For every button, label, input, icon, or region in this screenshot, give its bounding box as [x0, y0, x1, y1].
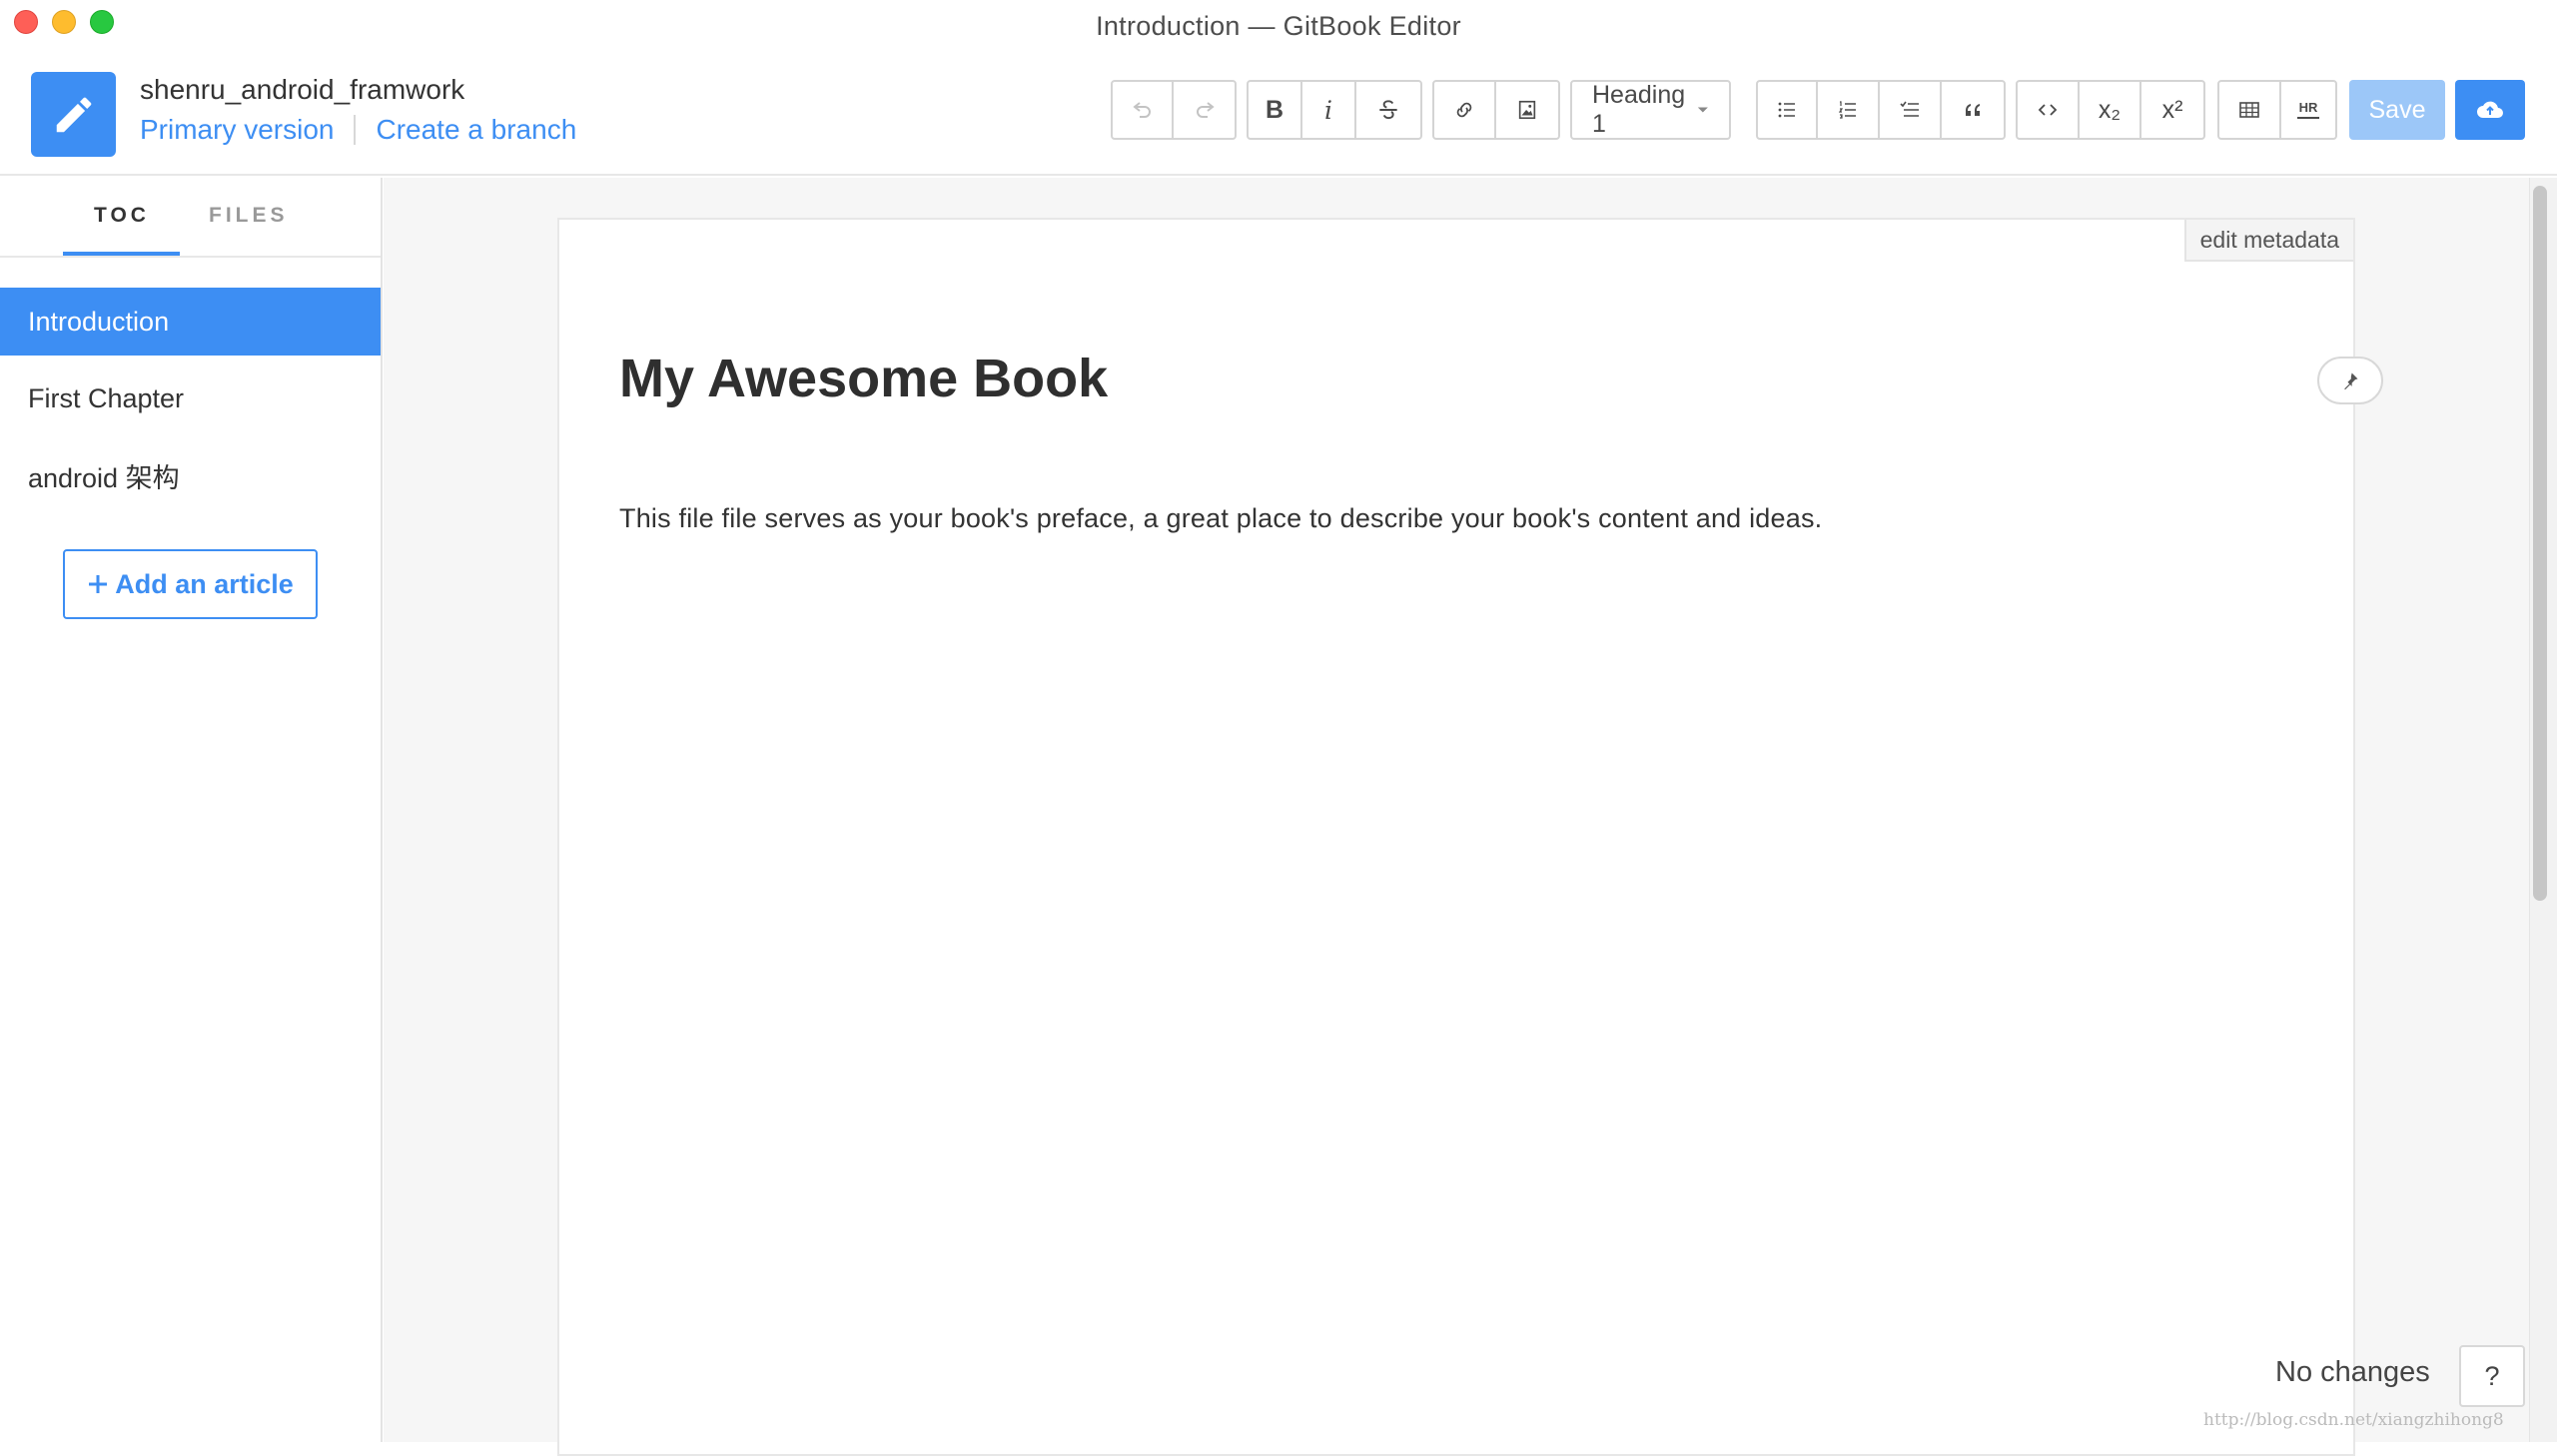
- sync-button[interactable]: [2455, 80, 2525, 140]
- document-heading[interactable]: My Awesome Book: [619, 348, 1108, 409]
- active-tab-indicator: [63, 252, 180, 256]
- cloud-upload-icon: [2477, 101, 2503, 118]
- status-text: No changes: [2275, 1356, 2430, 1388]
- history-group: [1111, 80, 1237, 140]
- sidebar-tabs: TOC FILES: [0, 178, 381, 258]
- link-separator: [354, 115, 357, 145]
- checklist-icon: [1900, 101, 1919, 117]
- save-button[interactable]: Save: [2349, 80, 2445, 140]
- horizontal-rule-button[interactable]: HR: [2281, 82, 2335, 138]
- numbered-list-button[interactable]: [1818, 82, 1880, 138]
- toc-item-label: android 架构: [28, 462, 180, 493]
- strikethrough-button[interactable]: [1356, 82, 1420, 138]
- insert-block-group: HR: [2217, 80, 2337, 140]
- block-group: [1756, 80, 2006, 140]
- italic-button[interactable]: i: [1302, 82, 1356, 138]
- editor-page[interactable]: edit metadata My Awesome Book This file …: [557, 218, 2355, 1456]
- toc-item-first-chapter[interactable]: First Chapter: [0, 364, 381, 432]
- title-bar: Introduction — GitBook Editor: [0, 0, 2557, 56]
- close-window-button[interactable]: [14, 10, 38, 34]
- add-article-button[interactable]: Add an article: [63, 549, 318, 619]
- plus-icon: [89, 575, 108, 593]
- bullet-list-button[interactable]: [1758, 82, 1818, 138]
- code-icon: [2038, 104, 2058, 116]
- tab-files[interactable]: FILES: [209, 204, 289, 228]
- table-icon: [2239, 102, 2259, 118]
- numbered-list-icon: [1838, 101, 1856, 119]
- redo-icon: [1196, 102, 1215, 118]
- pin-icon: [2344, 372, 2358, 390]
- code-button[interactable]: [2018, 82, 2080, 138]
- toc-item-label: First Chapter: [28, 382, 185, 413]
- inline-code-group: x₂ x²: [2016, 80, 2205, 140]
- help-button[interactable]: ?: [2459, 1345, 2525, 1407]
- pin-button[interactable]: [2317, 357, 2383, 404]
- caret-down-icon: [1698, 107, 1709, 113]
- watermark: http://blog.csdn.net/xiangzhihong8: [2203, 1410, 2504, 1430]
- edit-metadata-button[interactable]: edit metadata: [2183, 220, 2353, 262]
- image-icon: [1518, 100, 1536, 120]
- redo-button[interactable]: [1174, 82, 1235, 138]
- subscript-button[interactable]: x₂: [2080, 82, 2141, 138]
- heading-select[interactable]: Heading 1: [1572, 81, 1729, 138]
- add-article-label: Add an article: [115, 568, 294, 599]
- maximize-window-button[interactable]: [90, 10, 114, 34]
- book-logo[interactable]: [31, 72, 116, 157]
- sidebar: TOC FILES Introduction First Chapter and…: [0, 178, 383, 1442]
- task-list-button[interactable]: [1880, 82, 1942, 138]
- document-paragraph[interactable]: This file file serves as your book's pre…: [619, 503, 1822, 534]
- window-title: Introduction — GitBook Editor: [1096, 10, 1461, 41]
- bullet-list-icon: [1778, 102, 1795, 118]
- editor-area: edit metadata My Awesome Book This file …: [384, 178, 2557, 1456]
- table-button[interactable]: [2219, 82, 2281, 138]
- app-window: Introduction — GitBook Editor shenru_and…: [0, 0, 2557, 1456]
- toc-item-android[interactable]: android 架构: [0, 441, 381, 509]
- toc-item-label: Introduction: [28, 306, 170, 337]
- heading-select-value: Heading 1: [1592, 81, 1686, 138]
- undo-icon: [1132, 102, 1151, 118]
- minimize-window-button[interactable]: [52, 10, 76, 34]
- editor-header: shenru_android_framwork Primary version …: [0, 56, 2557, 176]
- hr-line-icon: [2297, 116, 2319, 119]
- bold-button[interactable]: B: [1249, 82, 1302, 138]
- hr-label: HR: [2298, 99, 2318, 115]
- primary-version-link[interactable]: Primary version: [140, 114, 334, 146]
- undo-button[interactable]: [1113, 82, 1174, 138]
- book-title: shenru_android_framwork: [140, 74, 465, 105]
- scrollbar-thumb[interactable]: [2533, 186, 2547, 901]
- blockquote-button[interactable]: [1942, 82, 2004, 138]
- image-button[interactable]: [1496, 82, 1558, 138]
- link-icon: [1456, 102, 1472, 118]
- window-controls: [14, 10, 114, 34]
- heading-select-group: Heading 1: [1570, 80, 1732, 140]
- text-style-group: B i: [1247, 80, 1422, 140]
- quote-icon: [1966, 104, 1980, 116]
- insert-media-group: [1432, 80, 1560, 140]
- tab-toc[interactable]: TOC: [94, 204, 150, 228]
- toc-item-introduction[interactable]: Introduction: [0, 288, 381, 356]
- superscript-button[interactable]: x²: [2141, 82, 2203, 138]
- book-links: Primary version Create a branch: [140, 114, 576, 146]
- create-branch-link[interactable]: Create a branch: [376, 114, 576, 146]
- strikethrough-icon: [1379, 100, 1397, 120]
- link-button[interactable]: [1434, 82, 1496, 138]
- pencil-icon: [56, 97, 91, 132]
